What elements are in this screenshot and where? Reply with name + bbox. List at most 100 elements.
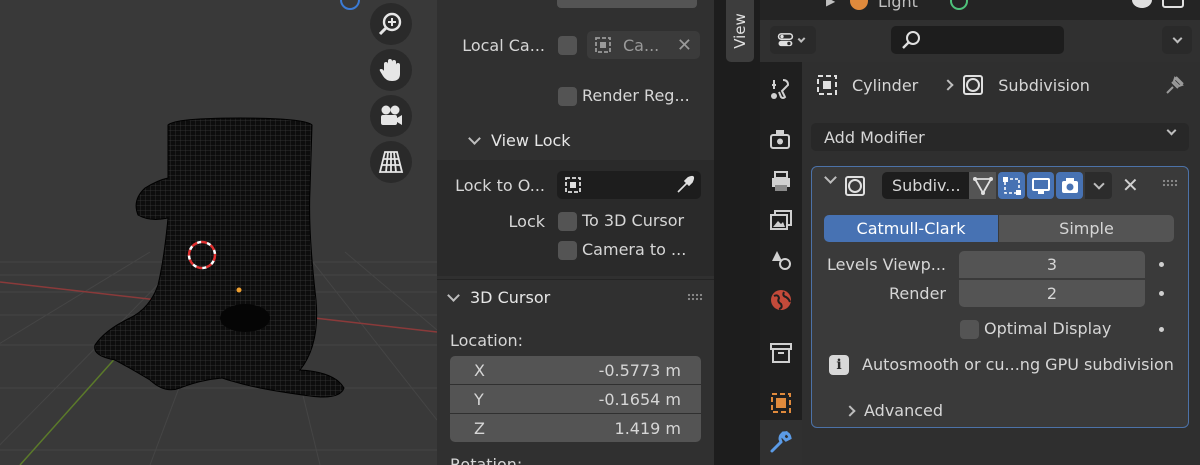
viewport-display-icon[interactable]	[1027, 172, 1054, 199]
hand-pan-icon[interactable]	[370, 49, 412, 91]
to-3d-cursor-label: To 3D Cursor	[582, 211, 685, 230]
tab-view[interactable]: View	[726, 0, 754, 62]
animate-dot-icon[interactable]	[1159, 327, 1164, 332]
render-region-label: Render Reg...	[582, 86, 690, 105]
eye-icon[interactable]	[1132, 0, 1152, 8]
chevron-right-icon	[942, 79, 954, 91]
light-icon	[850, 0, 868, 10]
output-icon[interactable]	[769, 169, 793, 193]
properties-header	[760, 20, 1200, 62]
view-tab-label: View	[731, 13, 750, 49]
modifier-wrench-icon[interactable]	[769, 430, 793, 454]
animate-dot-icon[interactable]	[1159, 262, 1164, 267]
breadcrumb-object: Cylinder	[852, 75, 919, 95]
3d-viewport[interactable]	[0, 0, 437, 465]
subdivision-modifier-panel: Subdiv... ✕ Catmull-Clark Simple Levels …	[811, 166, 1189, 428]
subdivision-modifier-icon	[963, 75, 984, 95]
eyedropper-icon[interactable]	[675, 175, 695, 195]
advanced-subpanel-header[interactable]: Advanced	[844, 401, 944, 420]
properties-tabs	[760, 62, 802, 465]
view-lock-title: View Lock	[491, 131, 571, 150]
camera-view-icon[interactable]	[370, 95, 412, 137]
levels-viewport-value: 3	[1046, 255, 1058, 274]
advanced-label: Advanced	[864, 401, 944, 420]
render-icon[interactable]	[769, 127, 793, 151]
cursor-z-field[interactable]: Z 1.419 m	[450, 414, 701, 442]
render-levels-value: 2	[1046, 284, 1058, 303]
optimal-display-checkbox[interactable]	[960, 320, 979, 339]
lock-to-object-label: Lock to O...	[455, 176, 545, 195]
3d-cursor-header[interactable]: 3D Cursor	[447, 288, 550, 307]
modifier-name-field[interactable]: Subdiv...	[882, 172, 969, 199]
sidebar-n-panel: Local Ca... Ca... ✕ Render Reg... View L…	[437, 0, 714, 465]
z-label: Z	[474, 418, 485, 438]
tool-icon[interactable]	[769, 77, 793, 101]
add-modifier-dropdown[interactable]: Add Modifier	[811, 123, 1189, 151]
animate-dot-icon[interactable]	[1159, 291, 1164, 296]
editor-type-dropdown[interactable]	[770, 26, 816, 54]
top-cut-field	[557, 0, 697, 8]
z-value: 1.419 m	[614, 418, 681, 438]
search-icon	[902, 31, 920, 49]
chevron-down-icon	[468, 131, 481, 145]
panel-divider	[437, 279, 714, 280]
perspective-grid-icon[interactable]	[370, 141, 412, 183]
search-input[interactable]	[891, 26, 1064, 54]
local-camera-field[interactable]: Ca... ✕	[587, 31, 700, 59]
to-3d-cursor-checkbox[interactable]	[558, 212, 577, 231]
pin-icon[interactable]	[1164, 74, 1186, 96]
modifier-menu-dropdown[interactable]	[1085, 172, 1112, 199]
stump-hole	[220, 304, 270, 332]
catmull-clark-button[interactable]: Catmull-Clark	[824, 215, 998, 242]
outliner-strip: ▶ Light	[760, 0, 1200, 20]
camera-render-icon[interactable]	[1162, 0, 1184, 8]
clear-x-icon[interactable]: ✕	[677, 35, 692, 56]
zoom-icon[interactable]	[370, 3, 412, 45]
camera-to-view-checkbox[interactable]	[558, 241, 577, 260]
chevron-down-icon	[1172, 33, 1182, 43]
info-message: Autosmooth or cu...ng GPU subdivision	[862, 355, 1174, 374]
y-value: -0.1654 m	[598, 389, 681, 409]
outliner-light-label: Light	[878, 0, 918, 11]
y-label: Y	[474, 389, 484, 409]
stump-mesh	[94, 117, 345, 398]
expand-arrow-icon[interactable]: ▶	[826, 0, 835, 8]
view-layer-icon[interactable]	[769, 208, 793, 232]
light-data-icon	[950, 0, 968, 10]
render-region-checkbox[interactable]	[558, 87, 577, 106]
collection-icon[interactable]	[769, 341, 793, 365]
cursor-x-field[interactable]: X -0.5773 m	[450, 356, 701, 384]
render-camera-icon[interactable]	[1056, 172, 1083, 199]
remove-modifier-x-icon[interactable]: ✕	[1122, 173, 1139, 197]
chevron-right-icon	[844, 404, 856, 417]
view-lock-header[interactable]: View Lock	[468, 131, 571, 150]
chevron-down-icon	[1166, 125, 1177, 136]
location-label: Location:	[450, 331, 524, 350]
options-dropdown[interactable]	[1162, 26, 1192, 54]
x-label: X	[474, 360, 485, 380]
levels-viewport-field[interactable]: 3	[959, 251, 1145, 278]
add-modifier-label: Add Modifier	[824, 127, 925, 147]
edit-mode-cage-icon[interactable]	[969, 172, 996, 199]
local-camera-checkbox[interactable]	[558, 36, 577, 55]
x-value: -0.5773 m	[598, 360, 681, 380]
render-levels-field[interactable]: 2	[959, 280, 1145, 307]
breadcrumb-modifier: Subdivision	[998, 75, 1090, 95]
render-levels-label: Render	[889, 284, 946, 303]
cursor-y-field[interactable]: Y -0.1654 m	[450, 385, 701, 413]
camera-object-icon	[595, 37, 611, 53]
chevron-down-icon	[447, 288, 460, 302]
scene-icon[interactable]	[769, 248, 793, 272]
rotation-label: Rotation:	[450, 455, 523, 465]
drag-grip-icon[interactable]	[687, 293, 703, 301]
local-camera-value: Ca...	[623, 35, 660, 55]
object-origin	[236, 287, 242, 293]
edit-mode-icon[interactable]	[998, 172, 1025, 199]
lock-to-object-field[interactable]	[557, 171, 701, 199]
collapse-chevron-icon[interactable]	[824, 171, 837, 184]
drag-grip-icon[interactable]	[1162, 179, 1178, 187]
object-properties-icon[interactable]	[769, 391, 793, 415]
simple-button[interactable]: Simple	[999, 215, 1174, 242]
levels-viewport-label: Levels Viewp...	[826, 255, 946, 274]
world-icon[interactable]	[769, 288, 793, 312]
